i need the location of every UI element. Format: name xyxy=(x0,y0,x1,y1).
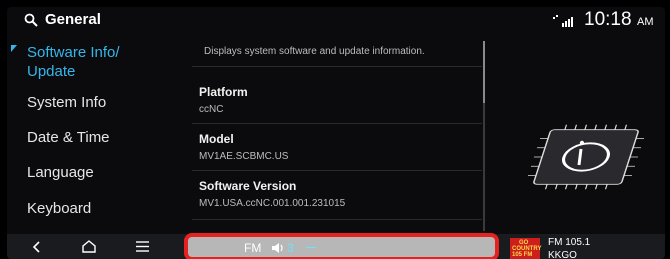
top-bar: General 10:18 AM xyxy=(7,7,665,33)
divider xyxy=(192,170,482,171)
signal-icon xyxy=(553,15,573,27)
clock-ampm: AM xyxy=(637,16,654,28)
divider xyxy=(192,66,482,67)
platform-label: Platform xyxy=(199,85,248,99)
scrollbar-thumb[interactable] xyxy=(483,41,485,103)
volume-icon xyxy=(272,243,283,253)
back-icon xyxy=(32,240,40,253)
menu-item-date-time[interactable]: Date & Time xyxy=(27,128,110,147)
description-text: Displays system software and update info… xyxy=(204,46,425,57)
screen: General 10:18 AM Software Info/ Update S… xyxy=(7,7,665,259)
menu-button[interactable] xyxy=(117,234,167,259)
model-value: MV1AE.SCBMC.US xyxy=(199,151,289,162)
page-title: General xyxy=(45,11,101,28)
software-version-value: MV1.USA.ccNC.001.001.231015 xyxy=(199,198,346,209)
software-version-label: Software Version xyxy=(199,179,297,193)
info-panel: Displays system software and update info… xyxy=(192,41,492,231)
menu-item-software-info[interactable]: Software Info/ Update xyxy=(27,43,120,81)
radio-frequency[interactable]: FM 105.1 xyxy=(548,237,590,248)
menu-item-language[interactable]: Language xyxy=(27,163,94,182)
search-icon[interactable] xyxy=(24,13,38,27)
volume-level: 3 xyxy=(287,241,294,255)
volume-slider[interactable] xyxy=(306,247,316,248)
clock-time: 10:18 xyxy=(584,9,632,30)
menu-icon xyxy=(135,241,149,252)
logo-text: 105 FM xyxy=(512,252,533,258)
divider xyxy=(192,123,482,124)
media-band: FM xyxy=(244,241,262,255)
radio-callsign: KKGO xyxy=(548,250,577,259)
media-volume-bar[interactable]: FM 3 xyxy=(184,233,499,259)
home-button[interactable] xyxy=(64,234,114,259)
menu-item-keyboard[interactable]: Keyboard xyxy=(27,199,91,218)
radio-station-logo: GO COUNTRY 105 FM xyxy=(510,238,541,259)
menu-item-label: Software Info/ xyxy=(27,44,120,61)
menu-item-system-info[interactable]: System Info xyxy=(27,93,106,112)
chip-info-icon xyxy=(527,124,645,190)
active-indicator xyxy=(11,45,17,52)
home-icon xyxy=(82,240,96,253)
menu-item-label-line2: Update xyxy=(27,63,76,80)
model-label: Model xyxy=(199,132,234,146)
divider xyxy=(192,219,482,220)
platform-value: ccNC xyxy=(199,104,224,115)
back-button[interactable] xyxy=(12,234,62,259)
